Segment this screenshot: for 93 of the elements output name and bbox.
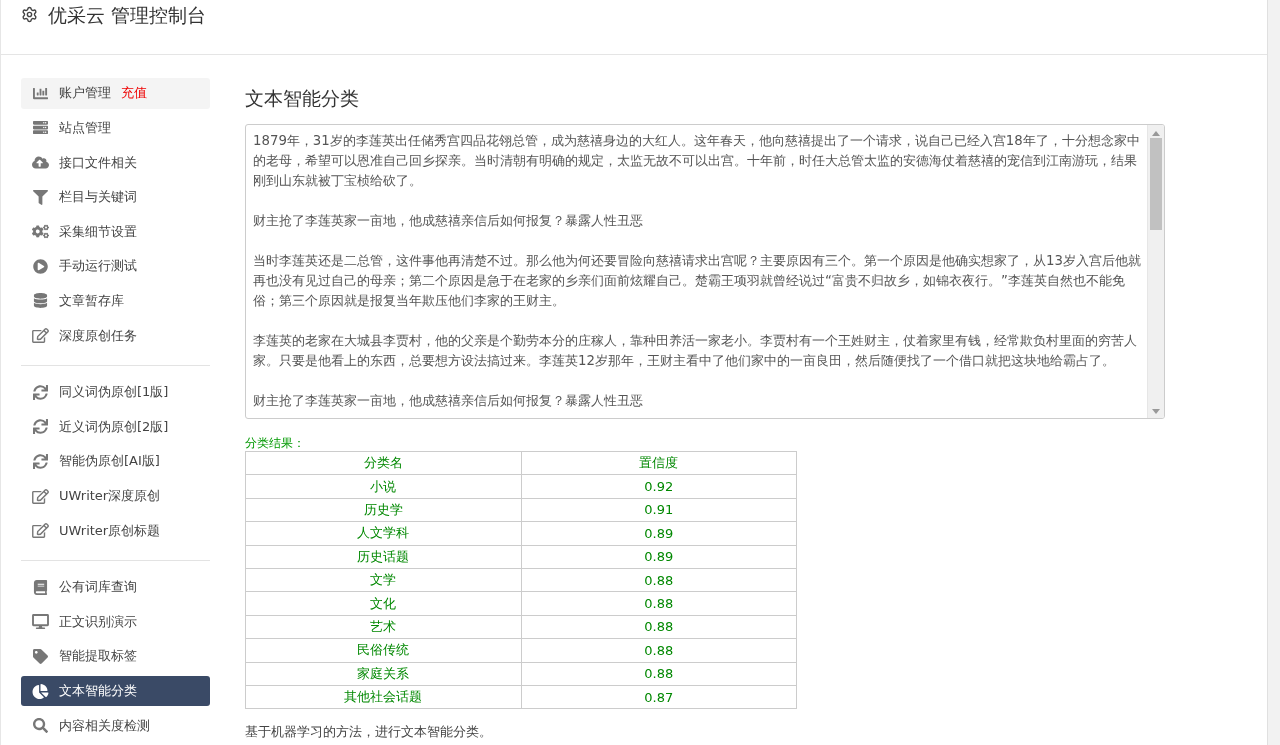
paragraph: 财主抢了李莲英家一亩地，他成慈禧亲信后如何报复？暴露人性丑恶 bbox=[253, 392, 644, 410]
book-icon bbox=[32, 579, 49, 595]
search-icon bbox=[32, 718, 49, 734]
app-title: 优采云 管理控制台 bbox=[48, 3, 207, 28]
sidebar-item[interactable]: UWriter深度原创 bbox=[21, 480, 210, 512]
table-cell: 艺术 bbox=[245, 615, 521, 639]
edit-icon bbox=[32, 523, 49, 539]
edit-icon bbox=[32, 488, 49, 504]
refresh-icon bbox=[32, 384, 49, 400]
item-label: 文本智能分类 bbox=[59, 682, 137, 701]
item-label: 同义词伪原创[1版] bbox=[59, 383, 169, 402]
bar-chart-icon bbox=[32, 85, 49, 101]
table-cell: 其他社会话题 bbox=[245, 685, 521, 709]
table-cell: 家庭关系 bbox=[245, 662, 521, 686]
table-cell: 0.91 bbox=[521, 498, 797, 522]
item-label: UWriter深度原创 bbox=[59, 487, 161, 505]
scroll-up-icon[interactable] bbox=[1152, 131, 1160, 136]
table-cell: 0.88 bbox=[521, 591, 797, 616]
sidebar-item[interactable]: 深度原创任务 bbox=[21, 320, 210, 351]
sidebar-item[interactable]: 内容相关度检测 bbox=[21, 710, 210, 741]
refresh-icon bbox=[32, 453, 49, 469]
table-cell: 文学 bbox=[245, 568, 521, 592]
pie-chart-icon bbox=[32, 683, 49, 699]
description-text: 基于机器学习的方法，进行文本智能分类。 bbox=[245, 723, 493, 742]
item-label: 近义词伪原创[2版] bbox=[59, 417, 169, 436]
result-label: 分类结果： bbox=[245, 435, 306, 451]
item-label: 内容相关度检测 bbox=[59, 716, 150, 735]
scrollbar[interactable] bbox=[1147, 125, 1164, 418]
filter-icon bbox=[32, 189, 49, 205]
scroll-down-icon[interactable] bbox=[1152, 409, 1160, 414]
table-cell: 0.89 bbox=[521, 521, 797, 546]
paragraph: 当时李莲英还是二总管，这件事他再清楚不过。那么他为何还要冒险向慈禧请求出宫呢？主要原因有三个。第一个原因是他确实想家了，从13岁入宫后他就再也没有见过自己的母亲；第二个原因是急于在老家的乡亲们面前炫耀自己。楚霸王项羽就曾经说过“富贵不归故乡，如锦衣夜行。”李莲英自然也不能免俗；第三个原因就是报复当年欺压他们李家的王财主。 bbox=[253, 252, 1141, 310]
recharge-link[interactable]: 充值 bbox=[121, 84, 147, 103]
refresh-icon bbox=[32, 419, 49, 435]
scroll-thumb[interactable] bbox=[1150, 138, 1162, 230]
paragraph: 财主抢了李莲英家一亩地，他成慈禧亲信后如何报复？暴露人性丑恶 bbox=[253, 212, 644, 230]
table-cell: 人文学科 bbox=[245, 521, 521, 546]
database-icon bbox=[32, 293, 49, 309]
play-icon bbox=[32, 258, 49, 274]
sidebar-item[interactable]: 栏目与关键词 bbox=[21, 181, 210, 213]
item-label: 手动运行测试 bbox=[59, 257, 137, 276]
table-cell: 民俗传统 bbox=[245, 638, 521, 662]
edit-icon bbox=[32, 328, 49, 344]
gears-icon bbox=[32, 224, 49, 240]
table-cell: 历史学 bbox=[245, 498, 521, 522]
sidebar-item[interactable]: UWriter原创标题 bbox=[21, 515, 210, 546]
item-label: 接口文件相关 bbox=[59, 153, 137, 172]
sidebar-item[interactable]: 正文识别演示 bbox=[21, 606, 210, 638]
sidebar-item[interactable]: 近义词伪原创[2版] bbox=[21, 411, 210, 443]
text-input-field[interactable] bbox=[245, 124, 1165, 419]
page-scrollbar[interactable] bbox=[1267, 0, 1280, 745]
item-label: UWriter原创标题 bbox=[59, 521, 161, 540]
column-header: 置信度 bbox=[521, 451, 797, 475]
cloud-upload-icon bbox=[32, 155, 49, 170]
item-label: 公有词库查询 bbox=[59, 578, 137, 597]
table-cell: 0.88 bbox=[521, 568, 797, 592]
item-label: 站点管理 bbox=[59, 118, 111, 137]
item-label: 正文识别演示 bbox=[59, 612, 137, 631]
table-cell: 0.87 bbox=[521, 685, 797, 709]
sidebar-item[interactable]: 采集细节设置 bbox=[21, 216, 210, 248]
sidebar-item[interactable]: 站点管理 bbox=[21, 112, 210, 144]
item-label: 智能伪原创[AI版] bbox=[59, 452, 160, 471]
item-label: 采集细节设置 bbox=[59, 222, 137, 241]
table-cell: 小说 bbox=[245, 474, 521, 499]
tag-icon bbox=[32, 648, 49, 664]
page-title: 文本智能分类 bbox=[245, 86, 360, 111]
sidebar-item[interactable]: 文本智能分类 bbox=[21, 675, 210, 707]
item-label: 智能提取标签 bbox=[59, 647, 137, 666]
sidebar-item[interactable]: 智能伪原创[AI版] bbox=[21, 446, 210, 477]
table-cell: 文化 bbox=[245, 591, 521, 616]
item-label: 栏目与关键词 bbox=[59, 188, 137, 207]
table-cell: 0.88 bbox=[521, 662, 797, 686]
table-cell: 0.89 bbox=[521, 545, 797, 569]
item-label: 深度原创任务 bbox=[59, 326, 137, 345]
sidebar-item[interactable]: 同义词伪原创[1版] bbox=[21, 376, 210, 408]
paragraph: 1879年，31岁的李莲英出任储秀宫四品花翎总管，成为慈禧身边的大红人。这年春天，他向慈禧提出了一个请求，说自己已经入宫18年了，十分想念家中的老母，希望可以恩准自己回乡探亲。当时清朝有明确的规定，太监无故不可以出宫。十年前，时任大总管太监的安德海仗着慈禧的宠信到江南游玩，结果刚到山东就被丁宝桢给砍了。 bbox=[253, 132, 1141, 190]
sidebar-item[interactable]: 智能提取标签 bbox=[21, 641, 210, 672]
column-header: 分类名 bbox=[245, 451, 521, 475]
table-cell: 0.88 bbox=[521, 638, 797, 662]
sidebar-item[interactable]: 公有词库查询 bbox=[21, 571, 210, 603]
item-label: 文章暂存库 bbox=[59, 291, 124, 310]
paragraph: 李莲英的老家在大城县李贾村，他的父亲是个勤劳本分的庄稼人，靠种田养活一家老小。李贾村有一个王姓财主，仗着家里有钱，经常欺负村里面的穷苦人家。只要是他看上的东西，总要想方设法搞过来。李莲英12岁那年，王财主看中了他们家中的一亩良田，然后随便找了一个借口就把这块地给霸占了。 bbox=[253, 332, 1138, 370]
item-label: 账户管理 bbox=[59, 84, 111, 103]
sidebar-item[interactable]: 文章暂存库 bbox=[21, 285, 210, 317]
table-cell: 0.92 bbox=[521, 474, 797, 499]
monitor-icon bbox=[32, 614, 49, 630]
table-cell: 0.88 bbox=[521, 615, 797, 639]
table-cell: 历史话题 bbox=[245, 545, 521, 569]
sidebar-item[interactable]: 手动运行测试 bbox=[21, 251, 210, 282]
sidebar-item[interactable]: 账户管理 充值 bbox=[21, 78, 210, 109]
settings-icon bbox=[21, 6, 38, 23]
sidebar-item[interactable]: 接口文件相关 bbox=[21, 147, 210, 178]
server-icon bbox=[32, 120, 49, 136]
